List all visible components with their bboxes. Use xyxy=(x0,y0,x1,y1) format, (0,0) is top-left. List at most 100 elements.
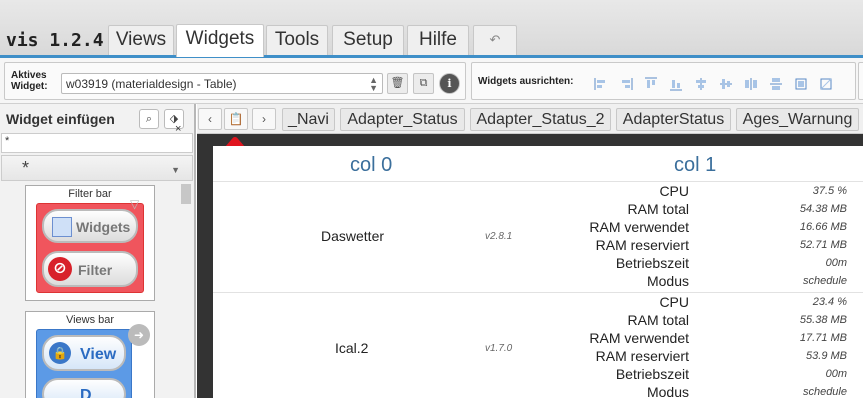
metric-label: Betriebszeit xyxy=(615,255,689,271)
metric-value: schedule xyxy=(802,275,847,287)
align-center-v-icon[interactable] xyxy=(694,77,708,91)
metric-label: Modus xyxy=(646,384,689,398)
same-width-icon[interactable] xyxy=(794,77,808,91)
table-divider xyxy=(213,292,863,293)
search-icon[interactable]: ⌕ xyxy=(139,109,159,129)
widget-insert-panel: Widget einfügen ⌕ ⬗ × * * ▼ Filter bar W… xyxy=(0,104,196,398)
views-bar-preview: 🔒 View D xyxy=(36,329,132,398)
align-bottom-icon[interactable] xyxy=(669,77,683,91)
metric-value: schedule xyxy=(802,386,847,398)
widget-card-filter-bar[interactable]: Filter bar Widgets ⊘ Filter ▽ xyxy=(25,185,155,301)
widget-card-views-bar[interactable]: Views bar 🔒 View D ➜ xyxy=(25,311,155,398)
align-widgets-label: Widgets ausrichten: xyxy=(478,76,574,87)
undo-icon[interactable]: ↶ xyxy=(473,25,517,55)
delete-icon[interactable]: 🗑 xyxy=(387,73,408,94)
metric-label: Betriebszeit xyxy=(615,366,689,382)
clipboard-icon[interactable]: 📋 xyxy=(224,108,248,130)
view-tab-adapter-status[interactable]: Adapter_Status xyxy=(340,108,465,131)
metric-label: RAM reserviert xyxy=(595,237,689,253)
view-navigation-bar: ‹ 📋 › _Navi Adapter_Status Adapter_Statu… xyxy=(197,104,863,134)
table-header-col0: col 0 xyxy=(350,154,393,176)
table-header-col1: col 1 xyxy=(674,154,717,176)
same-height-icon[interactable] xyxy=(819,77,833,91)
select-arrows-icon: ▲ ▼ xyxy=(369,75,378,93)
vis-editor: vis 1.2.4 Views Widgets Tools Setup Hilf… xyxy=(0,0,863,398)
grid-icon xyxy=(52,217,72,237)
active-widget-group: Aktives Widget: w03919 (materialdesign -… xyxy=(4,62,466,100)
align-widgets-group: Widgets ausrichten: xyxy=(471,62,856,100)
align-center-h-icon[interactable] xyxy=(719,77,733,91)
filter-preview-pill-widgets: Widgets xyxy=(42,209,138,243)
copy-icon[interactable]: ⧉ xyxy=(413,73,434,94)
distribute-v-icon[interactable] xyxy=(769,77,783,91)
arrow-right-circle-icon: ➜ xyxy=(128,324,150,346)
widget-filter-input[interactable]: * xyxy=(1,133,193,153)
table-divider xyxy=(213,181,863,182)
align-top-icon[interactable] xyxy=(644,77,658,91)
filter-preview-pill-filter: ⊘ Filter xyxy=(42,251,138,287)
metric-value: 00m xyxy=(825,257,847,269)
filter-preview-filter-label: Filter xyxy=(78,262,113,278)
metric-label: CPU xyxy=(659,183,689,199)
metric-value: 23.4 % xyxy=(812,296,847,308)
metric-label: Modus xyxy=(646,273,689,289)
metric-value: 16.66 MB xyxy=(799,221,847,233)
metric-label: RAM reserviert xyxy=(595,348,689,364)
active-widget-select[interactable]: w03919 (materialdesign - Table) ▲ ▼ xyxy=(61,73,383,94)
app-brand: vis 1.2.4 xyxy=(6,30,104,51)
metric-value: 52.71 MB xyxy=(799,239,847,251)
metric-value: 55.38 MB xyxy=(799,314,847,326)
metric-label: RAM total xyxy=(627,201,689,217)
filter-corner-icon: ▽ xyxy=(130,197,140,211)
tab-setup[interactable]: Setup xyxy=(332,25,404,55)
active-widget-value: w03919 (materialdesign - Table) xyxy=(66,77,237,91)
view-canvas: col 0 col 1 Daswetter v2.8.1 CPU 37.5 % … xyxy=(213,146,863,398)
adapter-version: v1.7.0 xyxy=(485,343,513,354)
views-preview-view-label: View xyxy=(80,346,117,363)
view-tab-adapter-status-2[interactable]: Adapter_Status_2 xyxy=(470,108,611,131)
views-preview-second-label: D xyxy=(80,387,92,398)
tab-views[interactable]: Views xyxy=(108,25,174,55)
adapter-name: Daswetter xyxy=(321,228,385,244)
align-right-icon[interactable] xyxy=(619,77,633,91)
widget-toolbar: Aktives Widget: w03919 (materialdesign -… xyxy=(0,58,863,104)
tab-widgets[interactable]: Widgets xyxy=(176,24,264,57)
metric-label: RAM verwendet xyxy=(589,330,689,346)
metric-label: RAM total xyxy=(627,312,689,328)
chevron-down-icon: ▼ xyxy=(171,165,180,175)
metric-value: 00m xyxy=(825,368,847,380)
left-panel-scrollbar[interactable] xyxy=(181,184,191,204)
widget-set-select[interactable]: * ▼ xyxy=(1,155,193,181)
tab-tools[interactable]: Tools xyxy=(266,25,328,55)
widget-insert-title: Widget einfügen xyxy=(6,111,115,127)
info-icon[interactable]: i xyxy=(439,73,460,94)
views-preview-pill-second: D xyxy=(42,378,126,398)
metric-value: 54.38 MB xyxy=(799,203,847,215)
views-preview-pill-view: 🔒 View xyxy=(42,335,126,371)
prev-view-button[interactable]: ‹ xyxy=(198,108,222,130)
view-tab-navi[interactable]: _Navi xyxy=(282,108,335,131)
filter-bar-preview: Widgets ⊘ Filter xyxy=(36,203,144,293)
adapter-version: v2.8.1 xyxy=(485,231,513,242)
view-tab-ages-warnung[interactable]: Ages_Warnung xyxy=(736,108,859,131)
next-view-button[interactable]: › xyxy=(252,108,276,130)
no-entry-icon: ⊘ xyxy=(48,257,72,281)
widget-set-value: * xyxy=(22,158,30,178)
editor-main-area: ‹ 📋 › _Navi Adapter_Status Adapter_Statu… xyxy=(197,104,863,398)
top-tab-bar: vis 1.2.4 Views Widgets Tools Setup Hilf… xyxy=(0,0,863,58)
metric-value: 17.71 MB xyxy=(799,332,847,344)
view-tab-adapterstatus[interactable]: AdapterStatus xyxy=(616,108,731,131)
active-widget-label-1: Aktives xyxy=(11,70,47,81)
metric-value: 37.5 % xyxy=(812,185,847,197)
metric-label: CPU xyxy=(659,294,689,310)
distribute-h-icon[interactable] xyxy=(744,77,758,91)
filter-preview-widgets-label: Widgets xyxy=(76,219,131,235)
lock-icon: 🔒 xyxy=(49,342,71,364)
adapter-name: Ical.2 xyxy=(335,340,369,356)
metric-label: RAM verwendet xyxy=(589,219,689,235)
metric-value: 53.9 MB xyxy=(806,350,847,362)
align-left-icon[interactable] xyxy=(594,77,608,91)
toolbar-overflow-group xyxy=(858,62,863,100)
active-widget-label-2: Widget: xyxy=(11,81,48,92)
tab-hilfe[interactable]: Hilfe xyxy=(407,25,469,55)
